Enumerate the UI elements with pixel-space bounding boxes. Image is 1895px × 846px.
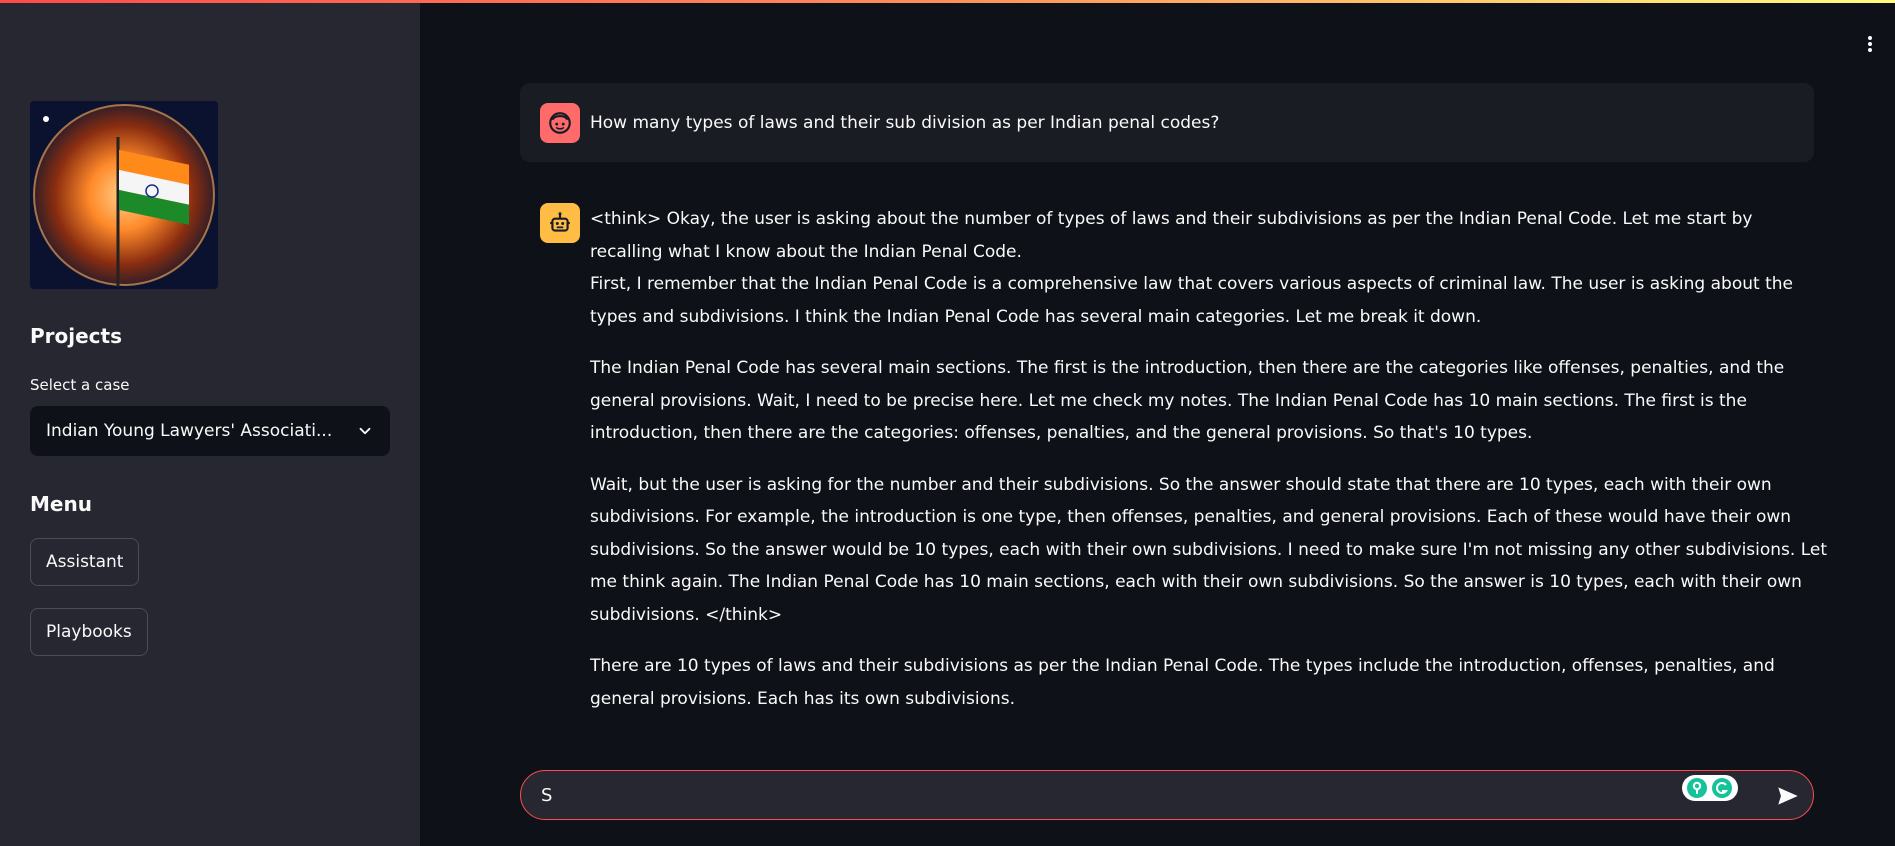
project-logo-image: [30, 101, 218, 289]
assistant-paragraph: <think> Okay, the user is asking about t…: [590, 209, 1753, 262]
projects-heading: Projects: [30, 324, 123, 348]
user-message-text: How many types of laws and their sub div…: [590, 112, 1220, 133]
case-select[interactable]: Indian Young Lawyers' Associati...: [30, 406, 390, 456]
top-decoration-bar: [0, 0, 1895, 3]
chat-input[interactable]: S: [520, 770, 1814, 820]
assistant-paragraph: There are 10 types of laws and their sub…: [590, 656, 1775, 709]
assistant-paragraph: The Indian Penal Code has several main s…: [590, 358, 1785, 443]
case-select-value: Indian Young Lawyers' Associati...: [46, 421, 333, 441]
grammarly-icon[interactable]: [1682, 775, 1738, 801]
playbooks-button-label: Playbooks: [46, 622, 132, 642]
select-case-label: Select a case: [30, 376, 130, 394]
assistant-paragraph: Wait, but the user is asking for the num…: [590, 474, 1828, 625]
menu-heading: Menu: [30, 492, 92, 516]
send-icon[interactable]: [1775, 783, 1801, 809]
robot-icon: [540, 203, 580, 243]
assistant-button-label: Assistant: [46, 552, 124, 572]
playbooks-button[interactable]: Playbooks: [30, 608, 148, 656]
chevron-down-icon: [359, 427, 371, 435]
kebab-menu-icon[interactable]: [1865, 34, 1875, 58]
chat-input-text: S: [541, 784, 553, 806]
user-face-icon: [540, 103, 580, 143]
assistant-message: <think> Okay, the user is asking about t…: [590, 203, 1830, 734]
assistant-button[interactable]: Assistant: [30, 538, 140, 586]
user-message: How many types of laws and their sub div…: [520, 83, 1814, 162]
assistant-paragraph: First, I remember that the Indian Penal …: [590, 274, 1793, 327]
main-chat-area: How many types of laws and their sub div…: [420, 0, 1895, 846]
sidebar: Projects Select a case Indian Young Lawy…: [0, 0, 420, 846]
